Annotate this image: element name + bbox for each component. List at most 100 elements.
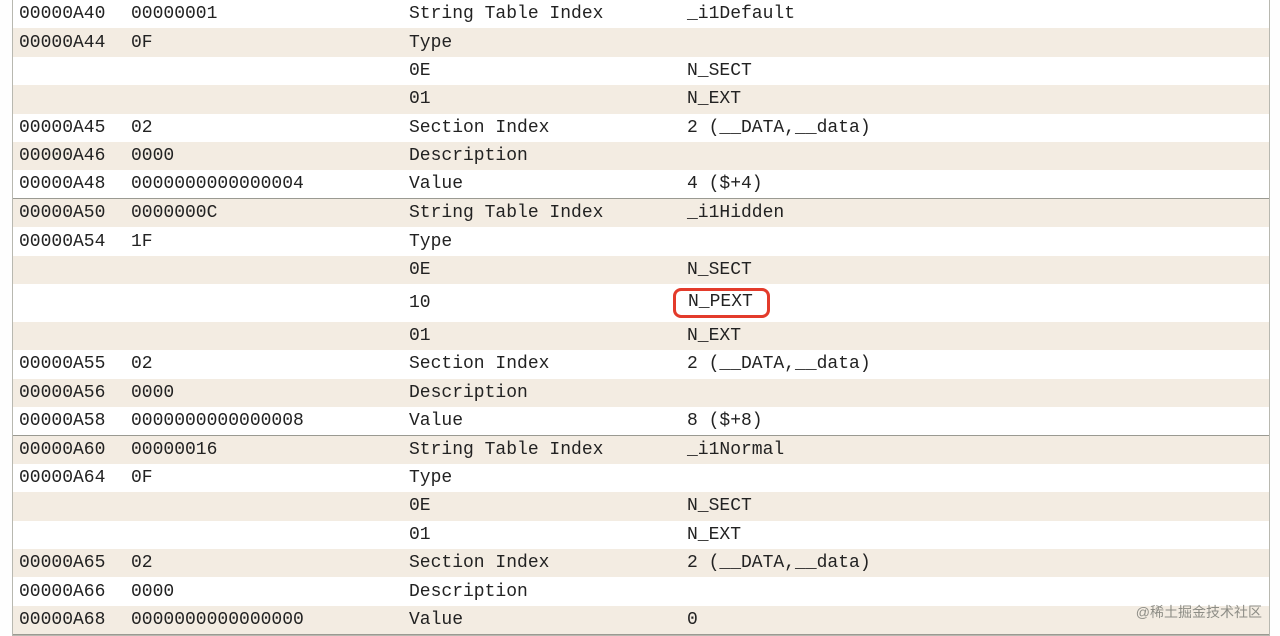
cell-value: 0 xyxy=(681,606,1269,635)
table-row[interactable]: 00000A460000Description xyxy=(13,142,1269,170)
table-row[interactable]: 00000A480000000000000004Value4 ($+4) xyxy=(13,170,1269,199)
symbol-table: 00000A4000000001String Table Index_i1Def… xyxy=(13,0,1269,635)
cell-raw: 0000 xyxy=(125,142,403,170)
cell-value: N_PEXT xyxy=(681,284,1269,322)
cell-offset: 00000A46 xyxy=(13,142,125,170)
table-row[interactable]: 00000A4000000001String Table Index_i1Def… xyxy=(13,0,1269,28)
cell-field: Section Index xyxy=(403,350,681,378)
table-row[interactable]: 00000A6502Section Index2 (__DATA,__data) xyxy=(13,549,1269,577)
cell-value: 8 ($+8) xyxy=(681,407,1269,436)
cell-offset: 00000A65 xyxy=(13,549,125,577)
cell-offset xyxy=(13,85,125,113)
cell-field: 10 xyxy=(403,284,681,322)
cell-field: Value xyxy=(403,170,681,199)
cell-raw: 00000016 xyxy=(125,435,403,464)
cell-field: String Table Index xyxy=(403,435,681,464)
cell-value xyxy=(681,28,1269,56)
cell-offset: 00000A66 xyxy=(13,577,125,605)
cell-raw: 02 xyxy=(125,350,403,378)
cell-raw xyxy=(125,284,403,322)
table-row[interactable]: 00000A440FType xyxy=(13,28,1269,56)
table-row[interactable]: 0EN_SECT xyxy=(13,492,1269,520)
cell-offset: 00000A44 xyxy=(13,28,125,56)
table-row[interactable]: 00000A5502Section Index2 (__DATA,__data) xyxy=(13,350,1269,378)
cell-offset xyxy=(13,492,125,520)
cell-field: String Table Index xyxy=(403,0,681,28)
cell-raw: 1F xyxy=(125,227,403,255)
table-row[interactable]: 10N_PEXT xyxy=(13,284,1269,322)
table-row[interactable]: 00000A640FType xyxy=(13,464,1269,492)
cell-offset: 00000A48 xyxy=(13,170,125,199)
table-row[interactable]: 0EN_SECT xyxy=(13,256,1269,284)
table-row[interactable]: 01N_EXT xyxy=(13,85,1269,113)
cell-offset xyxy=(13,256,125,284)
cell-value: 2 (__DATA,__data) xyxy=(681,114,1269,142)
cell-field: 01 xyxy=(403,521,681,549)
cell-offset: 00000A54 xyxy=(13,227,125,255)
cell-raw: 0000000C xyxy=(125,199,403,228)
table-row[interactable]: 00000A580000000000000008Value8 ($+8) xyxy=(13,407,1269,436)
cell-field: 0E xyxy=(403,57,681,85)
table-row[interactable]: 00000A500000000CString Table Index_i1Hid… xyxy=(13,199,1269,228)
cell-value: N_SECT xyxy=(681,256,1269,284)
cell-value: 2 (__DATA,__data) xyxy=(681,549,1269,577)
cell-raw: 0000000000000000 xyxy=(125,606,403,635)
table-row[interactable]: 0EN_SECT xyxy=(13,57,1269,85)
table-row[interactable]: 00000A4502Section Index2 (__DATA,__data) xyxy=(13,114,1269,142)
cell-raw: 0F xyxy=(125,464,403,492)
cell-raw: 0000000000000004 xyxy=(125,170,403,199)
table-row[interactable]: 00000A560000Description xyxy=(13,379,1269,407)
cell-raw xyxy=(125,85,403,113)
table-row[interactable]: 00000A541FType xyxy=(13,227,1269,255)
cell-raw xyxy=(125,322,403,350)
cell-raw xyxy=(125,256,403,284)
cell-value: N_EXT xyxy=(681,521,1269,549)
cell-field: Value xyxy=(403,606,681,635)
cell-raw: 0F xyxy=(125,28,403,56)
cell-offset xyxy=(13,57,125,85)
cell-value xyxy=(681,379,1269,407)
table-row[interactable]: 00000A6000000016String Table Index_i1Nor… xyxy=(13,435,1269,464)
cell-field: 0E xyxy=(403,256,681,284)
cell-value: _i1Default xyxy=(681,0,1269,28)
cell-offset: 00000A64 xyxy=(13,464,125,492)
cell-field: Section Index xyxy=(403,549,681,577)
cell-field: String Table Index xyxy=(403,199,681,228)
table-row[interactable]: 01N_EXT xyxy=(13,322,1269,350)
table-row[interactable]: 00000A660000Description xyxy=(13,577,1269,605)
table-viewport: 00000A4000000001String Table Index_i1Def… xyxy=(12,0,1270,636)
cell-offset: 00000A55 xyxy=(13,350,125,378)
cell-raw xyxy=(125,521,403,549)
cell-offset: 00000A56 xyxy=(13,379,125,407)
cell-field: 0E xyxy=(403,492,681,520)
cell-raw: 0000 xyxy=(125,379,403,407)
cell-raw: 02 xyxy=(125,114,403,142)
cell-field: 01 xyxy=(403,85,681,113)
cell-offset: 00000A58 xyxy=(13,407,125,436)
cell-field: Type xyxy=(403,464,681,492)
cell-offset: 00000A40 xyxy=(13,0,125,28)
table-row[interactable]: 01N_EXT xyxy=(13,521,1269,549)
cell-offset: 00000A68 xyxy=(13,606,125,635)
cell-value xyxy=(681,227,1269,255)
cell-offset xyxy=(13,322,125,350)
cell-offset: 00000A60 xyxy=(13,435,125,464)
cell-value: 2 (__DATA,__data) xyxy=(681,350,1269,378)
cell-value: 4 ($+4) xyxy=(681,170,1269,199)
cell-value: _i1Hidden xyxy=(681,199,1269,228)
cell-raw: 00000001 xyxy=(125,0,403,28)
cell-field: Type xyxy=(403,227,681,255)
cell-raw xyxy=(125,57,403,85)
cell-field: Description xyxy=(403,379,681,407)
cell-value: N_EXT xyxy=(681,322,1269,350)
cell-value xyxy=(681,464,1269,492)
cell-raw: 02 xyxy=(125,549,403,577)
cell-offset xyxy=(13,284,125,322)
cell-value: N_EXT xyxy=(681,85,1269,113)
highlight-box: N_PEXT xyxy=(673,288,770,318)
cell-offset: 00000A50 xyxy=(13,199,125,228)
cell-field: Description xyxy=(403,142,681,170)
cell-value: N_SECT xyxy=(681,492,1269,520)
cell-field: Type xyxy=(403,28,681,56)
table-row[interactable]: 00000A680000000000000000Value0 xyxy=(13,606,1269,635)
